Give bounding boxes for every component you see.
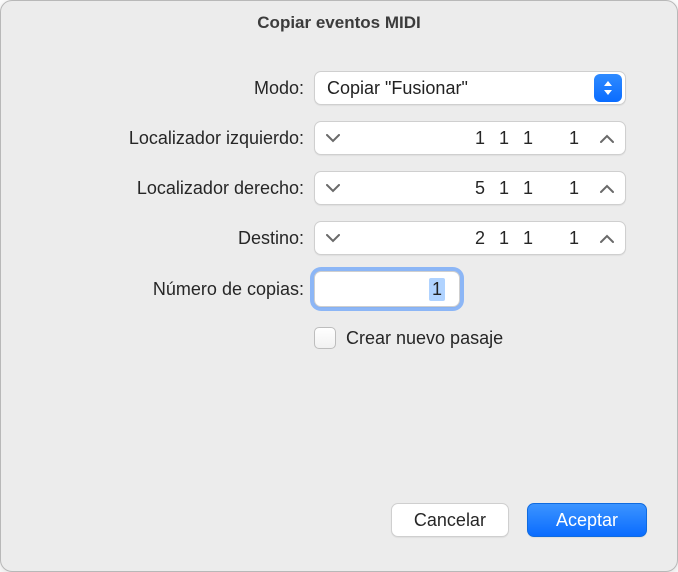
row-destination: Destino: 2 1 1 1 bbox=[29, 221, 649, 255]
left-div[interactable]: 1 bbox=[523, 128, 533, 149]
label-right-locator: Localizador derecho: bbox=[29, 178, 314, 199]
right-locator-values[interactable]: 5 1 1 1 bbox=[351, 178, 589, 199]
chevron-down-icon[interactable] bbox=[315, 172, 351, 204]
mode-popup[interactable]: Copiar "Fusionar" bbox=[314, 71, 626, 105]
left-locator-values[interactable]: 1 1 1 1 bbox=[351, 128, 589, 149]
mode-value: Copiar "Fusionar" bbox=[327, 78, 468, 99]
chevron-down-icon[interactable] bbox=[315, 222, 351, 254]
right-bar[interactable]: 5 bbox=[475, 178, 485, 199]
create-new-region-checkbox[interactable] bbox=[314, 327, 336, 349]
left-beat[interactable]: 1 bbox=[499, 128, 509, 149]
left-locator-stepper[interactable]: 1 1 1 1 bbox=[314, 121, 626, 155]
cancel-button[interactable]: Cancelar bbox=[391, 503, 509, 537]
create-new-region-label: Crear nuevo pasaje bbox=[346, 328, 503, 349]
dest-div[interactable]: 1 bbox=[523, 228, 533, 249]
row-left-locator: Localizador izquierdo: 1 1 1 1 bbox=[29, 121, 649, 155]
left-bar[interactable]: 1 bbox=[475, 128, 485, 149]
dest-tick[interactable]: 1 bbox=[569, 228, 579, 249]
label-destination: Destino: bbox=[29, 228, 314, 249]
row-mode: Modo: Copiar "Fusionar" bbox=[29, 71, 649, 105]
right-div[interactable]: 1 bbox=[523, 178, 533, 199]
chevron-down-icon[interactable] bbox=[315, 122, 351, 154]
dialog-window: Copiar eventos MIDI Modo: Copiar "Fusion… bbox=[0, 0, 678, 572]
row-create-new-region: Crear nuevo pasaje bbox=[29, 323, 649, 349]
ok-button[interactable]: Aceptar bbox=[527, 503, 647, 537]
title-bar: Copiar eventos MIDI bbox=[1, 1, 677, 45]
dialog-content: Modo: Copiar "Fusionar" Localizador izqu… bbox=[1, 45, 677, 503]
row-num-copies: Número de copias: 1 bbox=[29, 271, 649, 307]
label-num-copies: Número de copias: bbox=[29, 279, 314, 300]
num-copies-value: 1 bbox=[429, 278, 445, 301]
dialog-footer: Cancelar Aceptar bbox=[1, 503, 677, 571]
num-copies-input[interactable]: 1 bbox=[314, 271, 460, 307]
right-locator-stepper[interactable]: 5 1 1 1 bbox=[314, 171, 626, 205]
chevron-up-icon[interactable] bbox=[589, 172, 625, 204]
popup-updown-icon bbox=[594, 74, 622, 102]
destination-values[interactable]: 2 1 1 1 bbox=[351, 228, 589, 249]
chevron-up-icon[interactable] bbox=[589, 122, 625, 154]
destination-stepper[interactable]: 2 1 1 1 bbox=[314, 221, 626, 255]
dest-bar[interactable]: 2 bbox=[475, 228, 485, 249]
window-title: Copiar eventos MIDI bbox=[257, 13, 420, 33]
row-right-locator: Localizador derecho: 5 1 1 1 bbox=[29, 171, 649, 205]
chevron-up-icon[interactable] bbox=[589, 222, 625, 254]
label-mode: Modo: bbox=[29, 78, 314, 99]
ok-label: Aceptar bbox=[556, 510, 618, 531]
right-tick[interactable]: 1 bbox=[569, 178, 579, 199]
cancel-label: Cancelar bbox=[414, 510, 486, 531]
left-tick[interactable]: 1 bbox=[569, 128, 579, 149]
dest-beat[interactable]: 1 bbox=[499, 228, 509, 249]
label-left-locator: Localizador izquierdo: bbox=[29, 128, 314, 149]
right-beat[interactable]: 1 bbox=[499, 178, 509, 199]
